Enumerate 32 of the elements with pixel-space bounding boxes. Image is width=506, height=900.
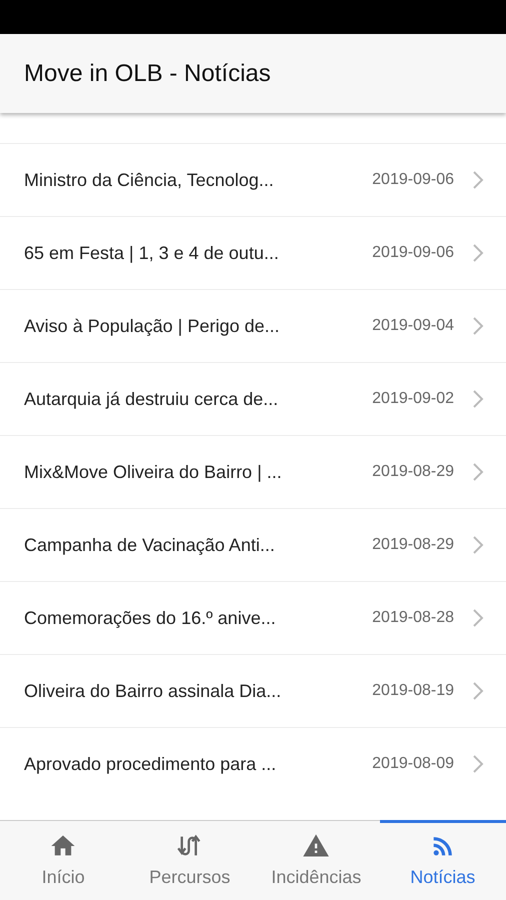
news-title: Aviso à População | Perigo de... — [24, 314, 281, 338]
tab[interactable]: Início — [0, 820, 126, 900]
news-title: 65 em Festa | 1, 3 e 4 de outu... — [24, 242, 280, 265]
news-date: 2019-09-06 — [372, 243, 454, 263]
news-item[interactable]: Comemorações do 16.º anive... 2019-08-28 — [0, 581, 506, 654]
news-date: 2019-08-29 — [372, 535, 454, 555]
tab[interactable]: Incidências — [253, 820, 380, 900]
news-title: Ministro da Ciência, Tecnolog... — [24, 168, 275, 192]
header-title: Move in OLB - Notícias — [24, 58, 271, 88]
news-date: 2019-08-28 — [372, 608, 454, 628]
news-date: 2019-09-06 — [372, 170, 454, 190]
news-item[interactable]: Aviso à População | Perigo de... 2019-09-04 — [0, 289, 506, 362]
news-item[interactable]: Ministro da Ciência, Tecnolog... 2019-09-06 — [0, 143, 506, 216]
news-date: 2019-08-29 — [372, 462, 454, 482]
news-title: Oliveira do Bairro assinala Dia... — [24, 680, 282, 702]
news-title: Campanha de Vacinação Anti... — [24, 534, 276, 557]
news-item[interactable]: Autarquia já destruiu cerca de... 2019-09-02 — [0, 362, 506, 435]
tab[interactable]: Percursos — [126, 820, 253, 900]
news-title: Comemorações do 16.º anive... — [24, 606, 277, 630]
news-item[interactable]: Oliveira do Bairro assinala Dia... 2019-08-19 — [0, 654, 506, 727]
news-title: Mix&Move Oliveira do Bairro | ... — [24, 460, 283, 484]
tab[interactable]: Notícias — [380, 820, 506, 900]
news-date: 2019-09-04 — [372, 316, 454, 336]
news-item[interactable]: Aprovado procedimento para ... 2019-08-09 — [0, 727, 506, 800]
news-date: 2019-09-02 — [372, 389, 454, 409]
news-item[interactable]: Mix&Move Oliveira do Bairro | ... 2019-08-29 — [0, 435, 506, 508]
news-item[interactable]: 65 em Festa | 1, 3 e 4 de outu... 2019-09-06 — [0, 216, 506, 289]
news-date: 2019-08-09 — [372, 754, 454, 774]
news-item[interactable]: Campanha de Vacinação Anti... 2019-08-29 — [0, 508, 506, 581]
news-date: 2019-08-19 — [372, 681, 454, 701]
news-title: Aprovado procedimento para ... — [24, 752, 278, 776]
news-title: Autarquia já destruiu cerca de... — [24, 388, 280, 411]
